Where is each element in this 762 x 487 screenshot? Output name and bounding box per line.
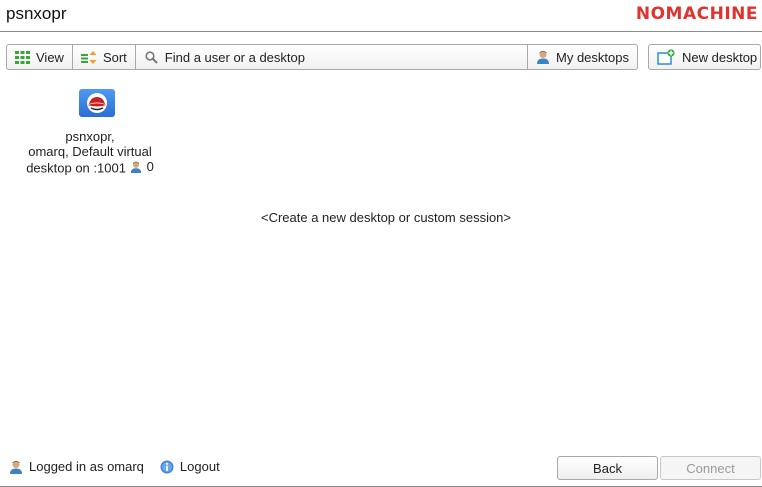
view-button[interactable]: View bbox=[7, 45, 73, 69]
back-button[interactable]: Back bbox=[557, 456, 658, 480]
sort-label: Sort bbox=[102, 49, 127, 65]
logout-link[interactable]: Logout bbox=[160, 459, 220, 474]
toolbar: View Sort Find a user or a desktop My de… bbox=[6, 44, 638, 70]
session-caption: psnxopr, omarq, Default virtual desktop … bbox=[18, 129, 162, 176]
session-tile[interactable]: psnxopr, omarq, Default virtual desktop … bbox=[18, 89, 162, 179]
nomachine-logo: NOMACHINE bbox=[635, 4, 758, 24]
search-icon bbox=[145, 50, 158, 64]
connect-button[interactable]: Connect bbox=[660, 456, 761, 480]
logout-label: Logout bbox=[179, 459, 220, 474]
new-desktop-label: New desktop bbox=[682, 49, 758, 65]
session-display-label: desktop on :1001 bbox=[26, 160, 126, 176]
my-desktops-button[interactable]: My desktops bbox=[527, 45, 637, 69]
user-icon bbox=[536, 50, 550, 64]
user-icon bbox=[130, 161, 142, 173]
user-count-value: 0 bbox=[146, 159, 154, 174]
session-owner: omarq, Default virtual bbox=[28, 144, 152, 159]
create-session-link[interactable]: <Create a new desktop or custom session> bbox=[0, 210, 762, 225]
new-desktop-button[interactable]: New desktop bbox=[648, 44, 761, 70]
info-icon bbox=[160, 460, 174, 474]
grid-view-icon bbox=[15, 50, 30, 64]
sort-button[interactable]: Sort bbox=[73, 45, 136, 69]
search-box bbox=[136, 45, 527, 69]
new-desktop-icon bbox=[657, 49, 675, 65]
sort-icon bbox=[80, 50, 97, 64]
session-display: desktop on :1001 0 bbox=[18, 159, 162, 176]
search-input[interactable] bbox=[164, 49, 505, 65]
session-name: psnxopr, bbox=[65, 129, 115, 144]
create-session-label: <Create a new desktop or custom session> bbox=[260, 210, 512, 225]
footer-status: Logged in as omarq Logout bbox=[9, 459, 220, 474]
title-bar: psnxopr NOMACHINE bbox=[0, 0, 762, 32]
window-title: psnxopr bbox=[6, 4, 67, 23]
my-desktops-label: My desktops bbox=[556, 49, 629, 65]
logged-in-label: Logged in as omarq bbox=[29, 459, 144, 474]
connected-users: 0 bbox=[130, 159, 154, 174]
view-label: View bbox=[36, 49, 64, 65]
user-icon bbox=[9, 460, 23, 474]
logged-in-status: Logged in as omarq bbox=[9, 459, 144, 474]
redhat-icon bbox=[79, 89, 115, 117]
